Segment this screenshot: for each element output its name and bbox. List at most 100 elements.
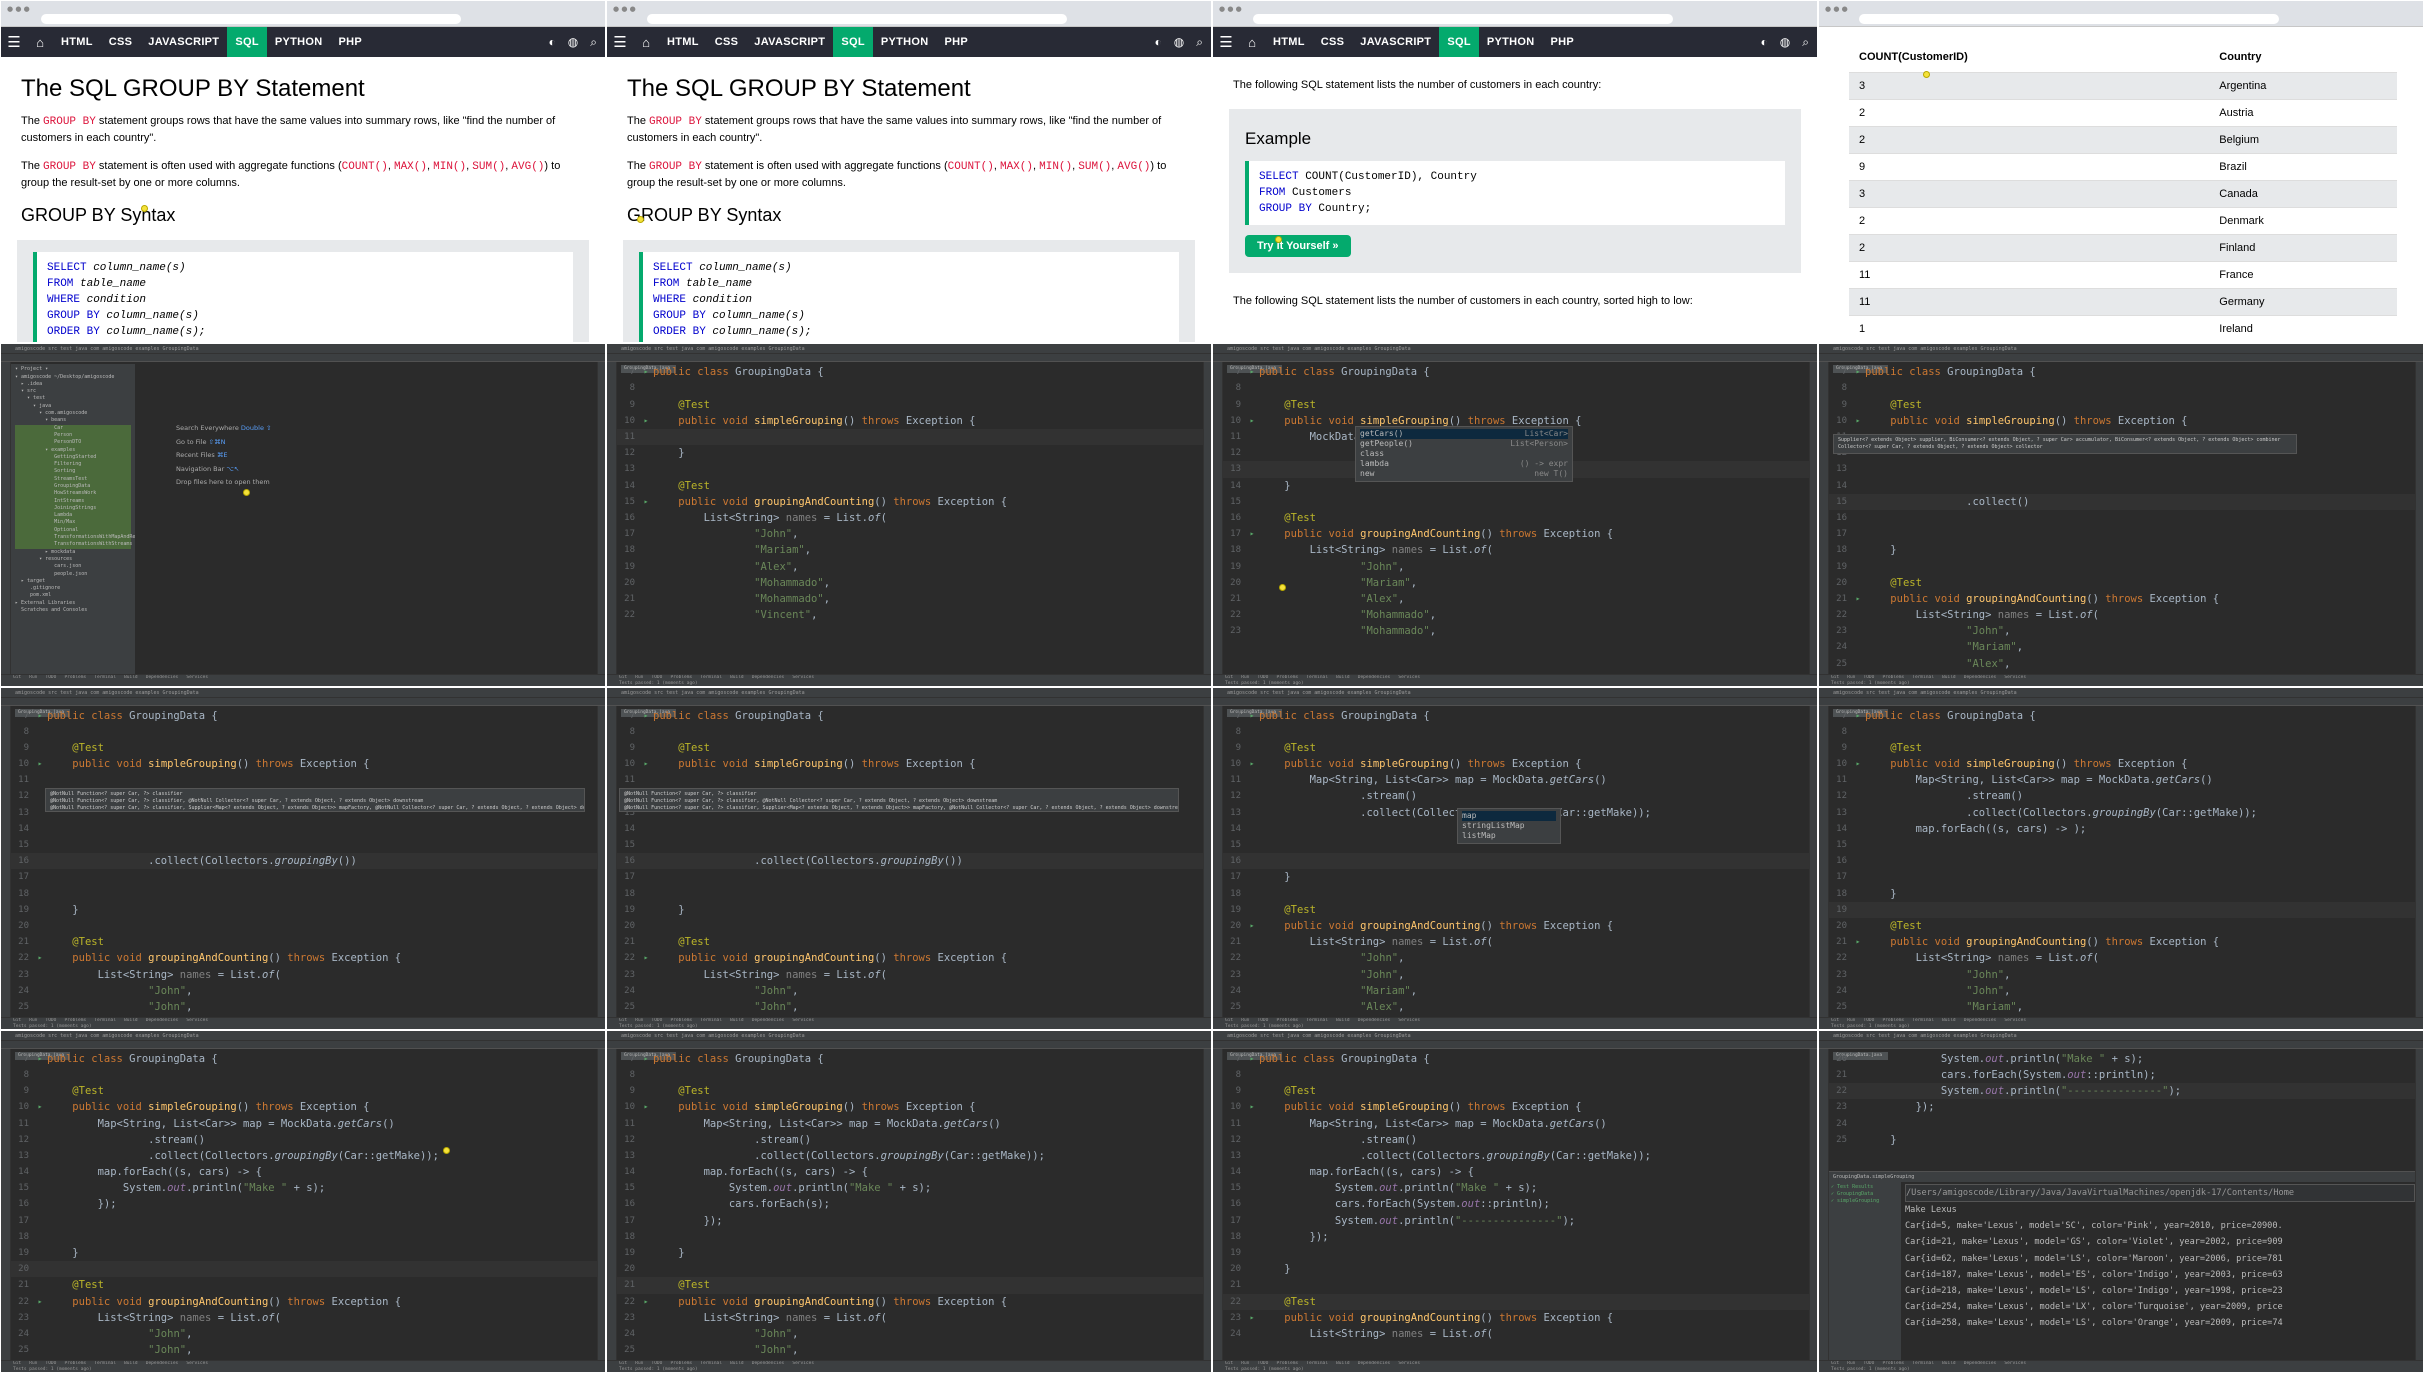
code-line[interactable]: 18 }); xyxy=(1223,1229,1809,1245)
code-line[interactable]: 13 .collect(Collectors.groupingBy(Car::g… xyxy=(1223,1148,1809,1164)
right-tool-strip[interactable] xyxy=(2415,362,2423,674)
left-tool-strip[interactable] xyxy=(607,705,617,1017)
code-editor[interactable]: 7 ▸ public class GroupingData {8 9 @Test 10 ▸… xyxy=(11,708,597,1017)
right-tool-strip[interactable] xyxy=(1809,705,1817,1017)
code-line[interactable]: 16 xyxy=(1829,853,2415,869)
nav-item[interactable]: SQL xyxy=(833,27,873,57)
code-line[interactable]: 9 @Test xyxy=(617,397,1203,413)
address-bar[interactable] xyxy=(41,14,461,24)
code-line[interactable]: 12 } xyxy=(617,445,1203,461)
code-line[interactable]: 14 xyxy=(11,821,597,837)
tree-item[interactable]: ▾ Project ▾ xyxy=(15,366,131,373)
code-line[interactable]: 16 xyxy=(1829,510,2415,526)
code-line[interactable]: 22 "Mohammado", xyxy=(1223,607,1809,623)
code-line[interactable]: 21 @Test xyxy=(11,934,597,950)
contrast-icon[interactable]: ◐ xyxy=(1155,35,1162,50)
code-line[interactable]: 7 ▸ public class GroupingData { xyxy=(1829,364,2415,380)
code-line[interactable]: 11 Map<String, List<Car>> map = MockData… xyxy=(1223,1116,1809,1132)
code-editor[interactable]: 7 ▸ public class GroupingData {8 9 @Test 10 ▸… xyxy=(11,1051,597,1360)
code-line[interactable]: 10 ▸ public void simpleGrouping() throws … xyxy=(617,1099,1203,1115)
code-line[interactable]: 18 xyxy=(11,1229,597,1245)
left-tool-strip[interactable] xyxy=(1,705,11,1017)
address-bar[interactable] xyxy=(1859,14,2279,24)
ide-frame[interactable]: amigoscode src test java com amigoscode … xyxy=(606,343,1212,687)
code-line[interactable]: 23 "John", xyxy=(1829,623,2415,639)
code-line[interactable]: 24 List<String> names = List.of( xyxy=(1223,1326,1809,1342)
ide-frame[interactable]: amigoscode src test java com amigoscode … xyxy=(1212,686,1818,1030)
code-line[interactable]: 9 @Test xyxy=(1829,397,2415,413)
code-line[interactable]: 23 List<String> names = List.of( xyxy=(11,967,597,983)
code-line[interactable]: 14 map.forEach((s, cars) -> ); xyxy=(1829,821,2415,837)
code-line[interactable]: 18 xyxy=(11,886,597,902)
tree-item[interactable]: ▾ beans xyxy=(15,417,131,424)
right-tool-strip[interactable] xyxy=(1809,362,1817,674)
code-line[interactable]: 21 @Test xyxy=(617,934,1203,950)
left-tool-strip[interactable] xyxy=(1,362,11,674)
code-line[interactable]: 8 xyxy=(1223,380,1809,396)
tree-item[interactable]: Car xyxy=(15,424,131,432)
code-line[interactable]: 24 xyxy=(1829,1116,2415,1132)
code-line[interactable]: 9 @Test xyxy=(1223,397,1809,413)
code-line[interactable]: 10 ▸ public void simpleGrouping() throws … xyxy=(11,1099,597,1115)
code-editor[interactable]: 7 ▸ public class GroupingData {8 9 @Test 10 ▸… xyxy=(617,1051,1203,1360)
code-editor[interactable]: 7 ▸ public class GroupingData {8 9 @Test 10 ▸… xyxy=(1223,1051,1809,1360)
code-line[interactable]: 25 "John", xyxy=(11,1342,597,1358)
code-line[interactable]: 17 "John", xyxy=(617,526,1203,542)
code-line[interactable]: 21 "Mohammado", xyxy=(617,591,1203,607)
browser-frame[interactable]: ● ● ● ☰ ⌂ HTML CSS JAVASCRIPT SQL PYTHON PHP … xyxy=(606,0,1212,344)
ide-frame[interactable]: amigoscode src test java com amigoscode … xyxy=(1818,686,2424,1030)
menu-icon[interactable]: ☰ xyxy=(1213,33,1239,51)
code-line[interactable]: 22 List<String> names = List.of( xyxy=(1829,950,2415,966)
nav-item[interactable]: JAVASCRIPT xyxy=(140,27,227,57)
nav-item[interactable]: PHP xyxy=(936,27,976,57)
code-editor[interactable]: 7 ▸ public class GroupingData {8 9 @Test 10 ▸… xyxy=(1223,708,1809,1017)
code-line[interactable]: 19 xyxy=(1829,559,2415,575)
code-line[interactable]: 15 .collect() xyxy=(1829,493,2415,510)
right-tool-strip[interactable] xyxy=(1203,362,1211,674)
code-line[interactable]: 15 xyxy=(11,837,597,853)
globe-icon[interactable]: ◍ xyxy=(568,35,578,50)
tree-item[interactable]: Lambda xyxy=(15,512,131,520)
completion-item[interactable]: stringListMap xyxy=(1462,821,1556,831)
code-line[interactable]: 18 xyxy=(1223,886,1809,902)
completion-item[interactable]: getCars() List<Car> xyxy=(1360,429,1568,440)
code-line[interactable]: 14 xyxy=(617,821,1203,837)
code-line[interactable]: 24 "John", xyxy=(11,983,597,999)
code-line[interactable]: 21 cars.forEach(System.out::println); xyxy=(1829,1067,2415,1083)
code-line[interactable]: 18 "Mariam", xyxy=(617,542,1203,558)
code-line[interactable]: 14 map.forEach((s, cars) -> { xyxy=(11,1164,597,1180)
code-line[interactable]: 23 List<String> names = List.of( xyxy=(617,1310,1203,1326)
menu-icon[interactable]: ☰ xyxy=(607,33,633,51)
nav-item[interactable]: PYTHON xyxy=(267,27,331,57)
code-line[interactable]: 17 System.out.println("---------------")… xyxy=(1223,1213,1809,1229)
completion-popup[interactable]: getCars() List<Car> getPeople() List<Person… xyxy=(1355,426,1573,483)
browser-frame[interactable]: ● ● ● COUNT(CustomerID) Country 3 Argentin… xyxy=(1818,0,2424,344)
code-line[interactable]: 19 xyxy=(1223,1245,1809,1261)
code-line[interactable]: 21 @Test xyxy=(617,1277,1203,1294)
completion-item[interactable]: lambda() -> expr xyxy=(1360,459,1568,469)
completion-item[interactable]: getPeople() List<Person> xyxy=(1360,439,1568,449)
left-tool-strip[interactable] xyxy=(607,362,617,674)
window-controls-icon[interactable]: ● ● ● xyxy=(1825,5,1848,13)
code-line[interactable]: 13 xyxy=(617,461,1203,477)
tree-item[interactable]: Person xyxy=(15,431,131,440)
tree-item[interactable]: JoiningStrings xyxy=(15,504,131,513)
code-line[interactable]: 24 "Mariam", xyxy=(1223,983,1809,999)
home-icon[interactable]: ⌂ xyxy=(1239,35,1265,50)
code-line[interactable]: 25 "Alex", xyxy=(1223,999,1809,1015)
right-tool-strip[interactable] xyxy=(597,705,605,1017)
code-line[interactable]: 20 "Mohammado", xyxy=(617,575,1203,591)
tree-item[interactable]: Optional xyxy=(15,526,131,535)
tree-item[interactable]: TransformationsWithMapAndReduce xyxy=(15,534,135,542)
completion-item[interactable]: class xyxy=(1360,449,1568,459)
contrast-icon[interactable]: ◐ xyxy=(549,35,556,50)
tree-item[interactable]: Scratches and Consoles xyxy=(15,607,131,614)
nav-item[interactable]: HTML xyxy=(659,27,707,57)
code-line[interactable]: 8 xyxy=(617,1067,1203,1083)
code-line[interactable]: 22 ▸ public void groupingAndCounting() th… xyxy=(617,1294,1203,1310)
code-editor[interactable]: 7 ▸ public class GroupingData {8 9 @Test 10 ▸… xyxy=(1829,364,2415,673)
ide-frame[interactable]: amigoscode src test java com amigoscode … xyxy=(0,686,606,1030)
search-icon[interactable]: ⌕ xyxy=(1196,35,1203,50)
code-line[interactable]: 12 .stream() xyxy=(11,1132,597,1148)
code-line[interactable]: 16 cars.forEach(s); xyxy=(617,1196,1203,1212)
